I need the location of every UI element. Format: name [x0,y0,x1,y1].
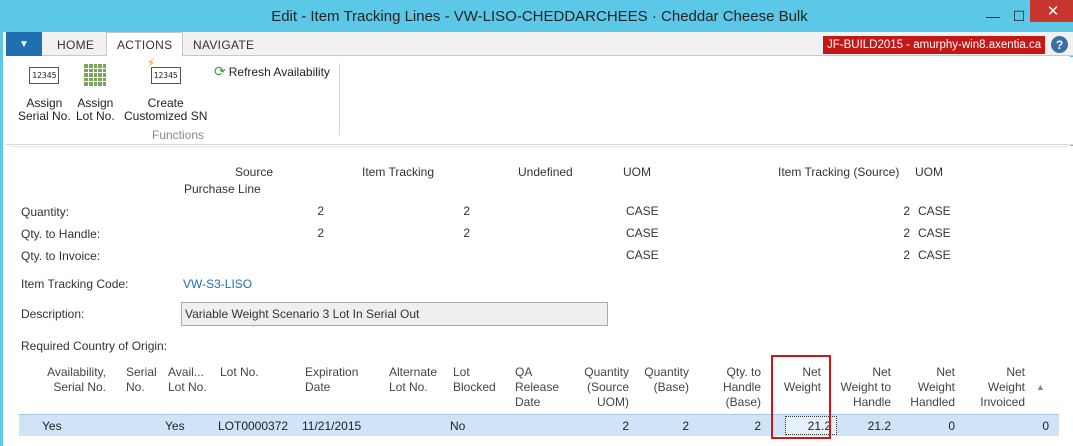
cell-lot-no[interactable]: LOT0000372 [218,419,288,433]
maximize-button[interactable]: ☐ [1006,4,1032,28]
create-sn-label-2: Customized SN [124,109,208,123]
col-avail-lot[interactable]: Avail... Lot No. [168,365,207,395]
col-lot-blocked[interactable]: Lot Blocked [453,365,496,395]
col-serial-no[interactable]: Serial No. [126,365,157,395]
title-bar: Edit - Item Tracking Lines - VW-LISO-CHE… [3,0,1073,32]
functions-group-label: Functions [152,128,205,142]
col-qty-handle-base[interactable]: Qty. to Handle (Base) [709,365,761,410]
net-weight-highlight [771,355,831,439]
cell-expiration-date[interactable]: 11/21/2015 [302,419,361,433]
cell-avail-lot[interactable]: Yes [165,419,185,433]
close-button[interactable]: ✕ [1030,0,1073,22]
cell-availability-serial[interactable]: Yes [42,419,62,433]
cell-net-weight-invoiced[interactable]: 0 [1019,419,1049,433]
cell-net-weight-handled[interactable]: 0 [925,419,955,433]
tab-actions[interactable]: ACTIONS [106,32,184,57]
assign-lot-button[interactable]: Assign Lot No. [76,64,115,123]
ribbon-separator [339,63,340,135]
ribbon-actions-panel: 12345 Assign Serial No. Assign Lot No. ⚡ [6,57,1073,145]
cell-qty-base[interactable]: 2 [659,419,689,433]
col-net-weight-handled[interactable]: Net Weight Handled [903,365,955,410]
custom-serial-icon: ⚡ 12345 [147,57,181,85]
col-availability-serial[interactable]: Availability, Serial No. [32,365,106,395]
minimize-button[interactable]: — [980,4,1006,28]
col-qty-source-uom[interactable]: Quantity (Source UOM) [569,365,629,410]
refresh-icon: ⟳ [214,63,226,79]
tab-navigate[interactable]: NAVIGATE [183,32,264,57]
col-qa-release-date[interactable]: QA Release Date [515,365,559,410]
server-badge: JF-BUILD2015 - amurphy-win8.axentia.ca [823,36,1046,54]
col-net-weight-to-handle[interactable]: Net Weight to Handle [833,365,891,410]
grid-header: Availability, Serial No. Serial No. Avail.… [19,365,1059,413]
help-icon[interactable]: ? [1051,36,1068,53]
lot-grid-icon [80,64,110,86]
window-title: Edit - Item Tracking Lines - VW-LISO-CHE… [271,7,808,25]
app-menu-button[interactable]: ▼ [6,32,42,56]
cell-lot-blocked[interactable]: No [450,419,465,433]
create-customized-sn-button[interactable]: ⚡ 12345 Create Customized SN [124,57,208,123]
refresh-availability-label: Refresh Availability [228,64,330,79]
col-qty-base[interactable]: Quantity (Base) [639,365,689,395]
cell-qty-handle-base[interactable]: 2 [731,419,761,433]
col-alternate-lot[interactable]: Alternate Lot No. [389,365,437,395]
col-lot-no[interactable]: Lot No. [220,365,259,380]
assign-serial-label-2: Serial No. [18,109,71,123]
refresh-availability-button[interactable]: ⟳ Refresh Availability [214,63,330,80]
cell-net-weight-to-handle[interactable]: 21.2 [855,419,891,433]
serial-number-icon: 12345 [29,65,60,85]
col-net-weight-invoiced[interactable]: Net Weight Invoiced [969,365,1025,410]
tab-home[interactable]: HOME [47,32,104,57]
assign-serial-button[interactable]: 12345 Assign Serial No. [18,65,71,123]
table-row[interactable]: Yes Yes LOT0000372 11/21/2015 No 2 2 2 2… [19,414,1059,436]
assign-lot-label-2: Lot No. [76,109,115,123]
dropdown-arrow-icon: ▼ [19,38,29,50]
item-tracking-window: Edit - Item Tracking Lines - VW-LISO-CHE… [0,0,1073,446]
cell-qty-source-uom[interactable]: 2 [599,419,629,433]
sort-ascending-icon[interactable]: ▲ [1036,382,1045,392]
tracking-lines-grid: Availability, Serial No. Serial No. Avail.… [6,146,1073,446]
col-expiration-date[interactable]: Expiration Date [305,365,358,395]
